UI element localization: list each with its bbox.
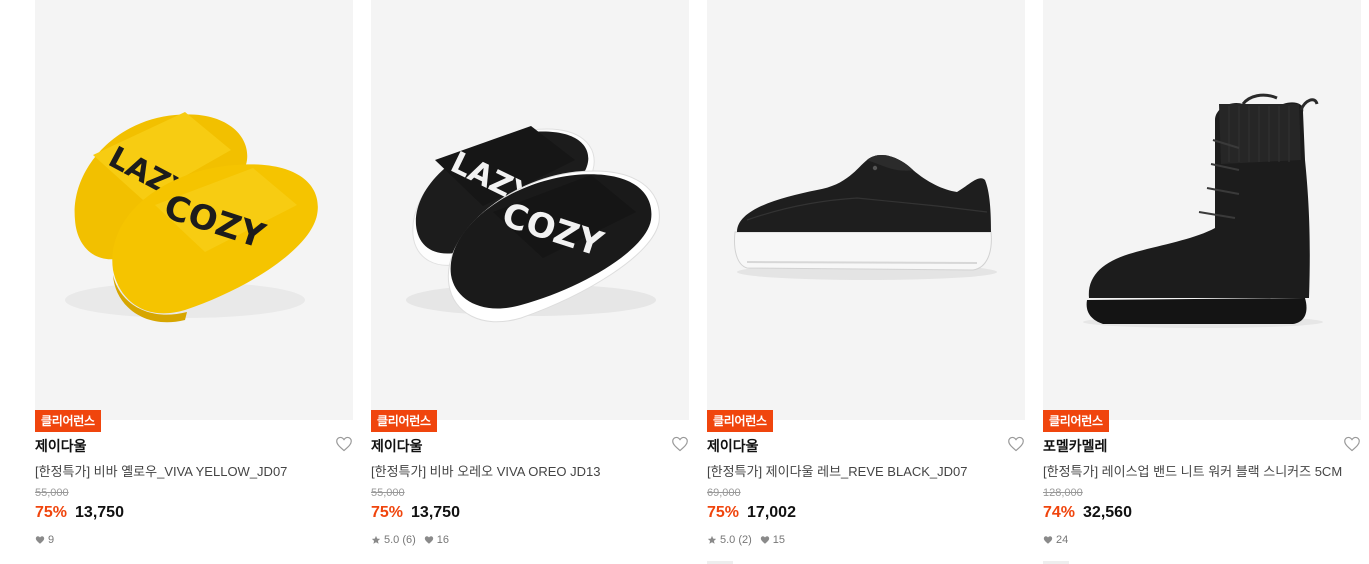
original-price: 55,000 xyxy=(35,487,69,499)
discount-rate: 75% xyxy=(35,504,68,521)
clearance-badge: 클리어런스 xyxy=(35,410,101,432)
likes-count: 15 xyxy=(772,534,786,546)
rating: 5.0 (6) xyxy=(371,534,416,546)
brand-name[interactable]: 제이다울 xyxy=(707,436,759,456)
product-card[interactable]: LAZY COZY 클리어런스 제이다울 [한정특가] 비바 오레오 VIVA … xyxy=(371,0,689,564)
rating-value: 5.0 (6) xyxy=(384,534,416,546)
original-price: 128,000 xyxy=(1043,487,1083,499)
black-slip-on-sneaker-image xyxy=(734,155,997,280)
heart-filled-icon xyxy=(424,536,433,544)
heart-filled-icon xyxy=(35,536,45,544)
rating: 5.0 (2) xyxy=(707,534,752,546)
likes: 16 xyxy=(424,534,449,546)
original-price: 55,000 xyxy=(371,487,405,499)
product-meta: 24 xyxy=(1043,534,1068,546)
clearance-badge: 클리어런스 xyxy=(371,410,437,432)
product-card[interactable]: 클리어런스 제이다울 [한정특가] 제이다울 레브_REVE BLACK_JD0… xyxy=(707,0,1025,564)
black-knit-walker-boot-image xyxy=(1083,93,1323,328)
rating-value: 5.0 (2) xyxy=(720,534,752,546)
product-meta: 5.0 (2) 15 xyxy=(707,534,785,546)
product-grid: LAZY COZY 클리어런스 제이다울 [한정특가] 비바 옐로우_VIVA … xyxy=(0,0,1369,564)
star-icon xyxy=(371,535,381,544)
sale-price: 17,002 xyxy=(747,504,796,521)
heart-filled-icon xyxy=(1043,536,1053,544)
yellow-slide-sandals-image: LAZY COZY xyxy=(65,112,318,323)
likes: 15 xyxy=(760,534,785,546)
product-image[interactable] xyxy=(707,0,1025,420)
product-meta: 5.0 (6) 16 xyxy=(371,534,449,546)
discount-rate: 75% xyxy=(371,504,404,521)
discount-rate: 75% xyxy=(707,504,740,521)
brand-name[interactable]: 제이다울 xyxy=(371,436,423,456)
likes: 9 xyxy=(35,534,54,546)
price-row: 74% 32,560 xyxy=(1043,504,1132,522)
wishlist-heart-icon[interactable] xyxy=(335,436,353,454)
price-row: 75% 17,002 xyxy=(707,504,796,522)
wishlist-heart-icon[interactable] xyxy=(1007,436,1025,454)
clearance-badge: 클리어런스 xyxy=(1043,410,1109,432)
product-title[interactable]: [한정특가] 비바 오레오 VIVA OREO JD13 xyxy=(371,461,689,480)
price-row: 75% 13,750 xyxy=(35,504,124,522)
sale-price: 13,750 xyxy=(75,504,124,521)
star-icon xyxy=(707,535,717,544)
likes-count: 9 xyxy=(48,534,55,546)
clearance-badge: 클리어런스 xyxy=(707,410,773,432)
brand-name[interactable]: 포멜카멜레 xyxy=(1043,436,1107,456)
black-slide-sandals-image: LAZY COZY xyxy=(406,126,660,323)
sale-price: 32,560 xyxy=(1083,504,1132,521)
product-title[interactable]: [한정특가] 제이다울 레브_REVE BLACK_JD07 xyxy=(707,461,1025,480)
sale-price: 13,750 xyxy=(411,504,460,521)
product-card[interactable]: 클리어런스 포멜카멜레 [한정특가] 레이스업 밴드 니트 워커 블랙 스니커즈… xyxy=(1043,0,1361,564)
product-image[interactable] xyxy=(1043,0,1361,420)
likes: 24 xyxy=(1043,534,1068,546)
brand-name[interactable]: 제이다울 xyxy=(35,436,87,456)
likes-count: 24 xyxy=(1056,534,1069,546)
product-title[interactable]: [한정특가] 레이스업 밴드 니트 워커 블랙 스니커즈 5CM xyxy=(1043,461,1361,480)
product-title[interactable]: [한정특가] 비바 옐로우_VIVA YELLOW_JD07 xyxy=(35,461,353,480)
price-row: 75% 13,750 xyxy=(371,504,460,522)
product-image[interactable]: LAZY COZY xyxy=(35,0,353,420)
product-image[interactable]: LAZY COZY xyxy=(371,0,689,420)
wishlist-heart-icon[interactable] xyxy=(1343,436,1361,454)
heart-filled-icon xyxy=(760,536,769,544)
wishlist-heart-icon[interactable] xyxy=(671,436,689,454)
discount-rate: 74% xyxy=(1043,504,1076,521)
product-card[interactable]: LAZY COZY 클리어런스 제이다울 [한정특가] 비바 옐로우_VIVA … xyxy=(35,0,353,564)
product-meta: 9 xyxy=(35,534,54,546)
likes-count: 16 xyxy=(436,534,450,546)
original-price: 69,000 xyxy=(707,487,741,499)
